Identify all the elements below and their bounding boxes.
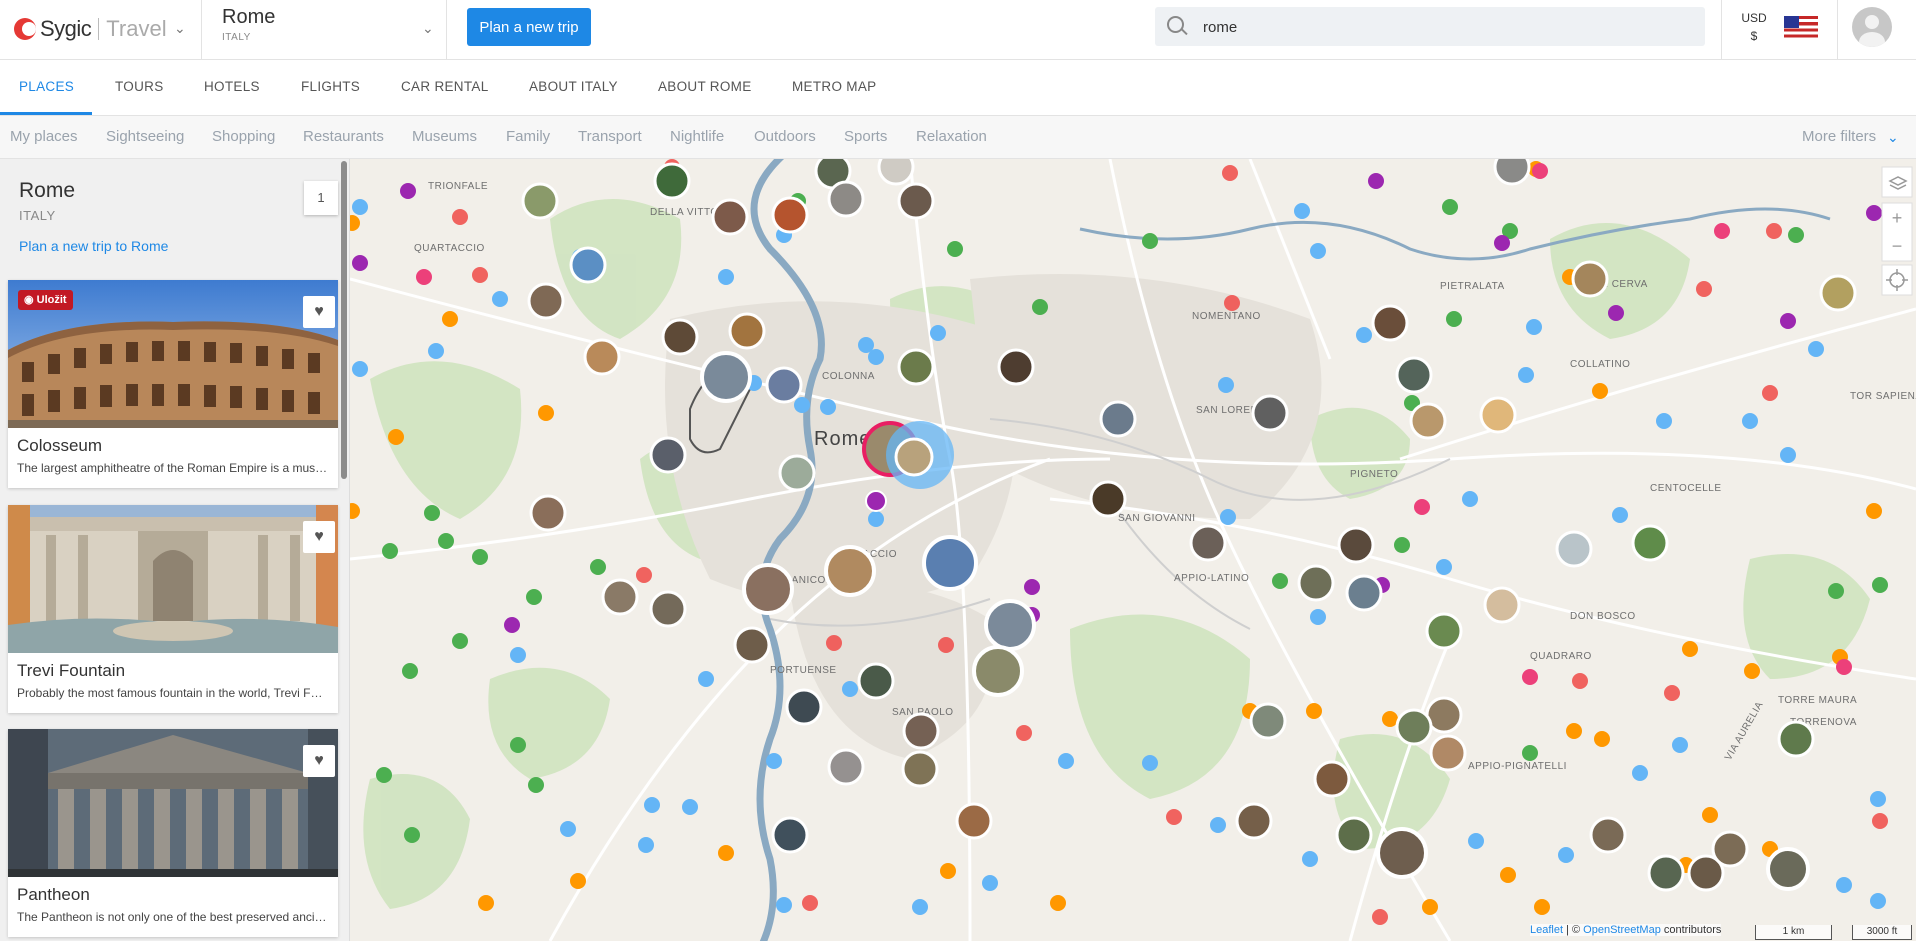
place-description: Probably the most famous fountain in the… <box>17 686 329 700</box>
favorite-heart-icon[interactable]: ♥ <box>303 521 335 553</box>
place-title: Colosseum <box>17 436 103 455</box>
filter-my-places[interactable]: My places <box>10 128 78 145</box>
svg-text:SAN GIOVANNI: SAN GIOVANNI <box>1118 513 1196 524</box>
tab-tours[interactable]: TOURS <box>115 79 164 94</box>
filter-sightseeing[interactable]: Sightseeing <box>106 128 184 145</box>
tab-car-rental[interactable]: CAR RENTAL <box>401 79 489 94</box>
destination-title: Rome <box>222 6 276 28</box>
places-count-badge[interactable]: 1 <box>304 181 338 215</box>
openstreetmap-link[interactable]: OpenStreetMap <box>1583 924 1661 936</box>
selected-place-marker[interactable] <box>894 437 934 477</box>
tab-flights[interactable]: FLIGHTS <box>301 79 360 94</box>
search-icon <box>1167 16 1184 33</box>
map-attribution: Leaflet | © OpenStreetMap contributors <box>1530 924 1722 936</box>
place-card-colosseum[interactable]: ◉ Uložit ♥ Colosseum The largest amphith… <box>8 280 338 488</box>
svg-text:TOR SAPIENZA: TOR SAPIENZA <box>1850 391 1916 402</box>
svg-text:QUARTACCIO: QUARTACCIO <box>414 243 485 254</box>
tab-places[interactable]: PLACES <box>19 79 74 94</box>
filter-sports[interactable]: Sports <box>844 128 887 145</box>
place-description: The largest amphitheatre of the Roman Em… <box>17 461 329 475</box>
sidebar-scrollbar[interactable] <box>341 161 347 479</box>
scale-bar-km: 1 km <box>1755 925 1832 940</box>
sidebar-city-title: Rome <box>19 179 76 202</box>
favorite-heart-icon[interactable]: ♥ <box>303 296 335 328</box>
svg-text:PIETRALATA: PIETRALATA <box>1440 281 1505 292</box>
pinterest-save-badge[interactable]: ◉ Uložit <box>18 290 73 310</box>
main-tabs: PLACES TOURS HOTELS FLIGHTS CAR RENTAL A… <box>0 60 1916 116</box>
svg-text:PORTUENSE: PORTUENSE <box>770 665 837 676</box>
more-filters-button[interactable]: More filters <box>1802 128 1876 145</box>
category-filters: My places Sightseeing Shopping Restauran… <box>0 116 1916 159</box>
sygic-travel-logo[interactable]: Sygic Travel <box>14 14 167 44</box>
currency-code: USD <box>1741 11 1767 25</box>
trevi-fountain-photo <box>8 505 338 653</box>
favorite-heart-icon[interactable]: ♥ <box>303 745 335 777</box>
place-card-pantheon[interactable]: ♥ Pantheon The Pantheon is not only one … <box>8 729 338 937</box>
destination-chevron-down-icon[interactable]: ⌄ <box>422 20 434 37</box>
sygic-logo-icon <box>14 18 36 40</box>
filter-museums[interactable]: Museums <box>412 128 477 145</box>
app-switcher-chevron-down-icon[interactable]: ⌄ <box>174 20 186 37</box>
filter-shopping[interactable]: Shopping <box>212 128 275 145</box>
svg-text:APPIO-LATINO: APPIO-LATINO <box>1174 573 1249 584</box>
svg-text:APPIO-PIGNATELLI: APPIO-PIGNATELLI <box>1468 761 1567 772</box>
tab-hotels[interactable]: HOTELS <box>204 79 260 94</box>
user-avatar[interactable] <box>1852 7 1892 47</box>
tab-metro-map[interactable]: METRO MAP <box>792 79 876 94</box>
svg-text:DON BOSCO: DON BOSCO <box>1570 611 1636 622</box>
svg-text:CENTOCELLE: CENTOCELLE <box>1650 483 1722 494</box>
filter-nightlife[interactable]: Nightlife <box>670 128 724 145</box>
svg-text:PIGNETO: PIGNETO <box>1350 469 1398 480</box>
destination-country: ITALY <box>222 32 251 43</box>
more-filters-chevron-down-icon[interactable]: ⌄ <box>1887 129 1899 146</box>
search-input[interactable] <box>1201 15 1685 39</box>
logo-product-text: Travel <box>106 16 167 41</box>
svg-text:TRIONFALE: TRIONFALE <box>428 181 488 192</box>
filter-outdoors[interactable]: Outdoors <box>754 128 816 145</box>
currency-symbol: $ <box>1750 29 1758 43</box>
places-sidebar: Rome ITALY Plan a new trip to Rome 1 ◉ U… <box>0 159 350 941</box>
svg-text:TORRE MAURA: TORRE MAURA <box>1778 695 1857 706</box>
plan-trip-to-rome-link[interactable]: Plan a new trip to Rome <box>19 238 168 254</box>
top-header: Sygic Travel ⌄ Rome ITALY ⌄ Plan a new t… <box>0 0 1916 60</box>
currency-selector[interactable]: USD $ <box>1734 9 1774 45</box>
place-title: Pantheon <box>17 885 90 904</box>
scale-bar-ft: 3000 ft <box>1852 925 1912 940</box>
map-layers-button[interactable] <box>1881 166 1913 198</box>
tab-about-rome[interactable]: ABOUT ROME <box>658 79 752 94</box>
svg-text:QUADRARO: QUADRARO <box>1530 651 1592 662</box>
us-flag-icon[interactable] <box>1784 16 1818 38</box>
place-card-trevi-fountain[interactable]: ♥ Trevi Fountain Probably the most famou… <box>8 505 338 713</box>
rome-map[interactable]: TRIONFALE QUARTACCIO DELLA VITTORIA NOME… <box>350 159 1916 941</box>
filter-family[interactable]: Family <box>506 128 550 145</box>
tab-about-italy[interactable]: ABOUT ITALY <box>529 79 618 94</box>
filter-relaxation[interactable]: Relaxation <box>916 128 987 145</box>
filter-transport[interactable]: Transport <box>578 128 642 145</box>
sidebar-country: ITALY <box>19 208 56 223</box>
zoom-in-button[interactable]: + <box>1892 208 1903 228</box>
place-description: The Pantheon is not only one of the best… <box>17 910 329 924</box>
active-tab-indicator <box>0 112 92 115</box>
map-controls: + − <box>1881 166 1913 296</box>
filter-restaurants[interactable]: Restaurants <box>303 128 384 145</box>
svg-text:COLONNA: COLONNA <box>822 371 875 382</box>
pantheon-photo <box>8 729 338 877</box>
svg-text:COLLATINO: COLLATINO <box>1570 359 1630 370</box>
search-box[interactable] <box>1155 7 1705 46</box>
leaflet-link[interactable]: Leaflet <box>1530 924 1563 936</box>
place-title: Trevi Fountain <box>17 661 126 680</box>
svg-text:NOMENTANO: NOMENTANO <box>1192 311 1261 322</box>
plan-new-trip-button[interactable]: Plan a new trip <box>467 8 591 46</box>
zoom-out-button[interactable]: − <box>1892 236 1903 256</box>
logo-brand-text: Sygic <box>40 16 92 41</box>
